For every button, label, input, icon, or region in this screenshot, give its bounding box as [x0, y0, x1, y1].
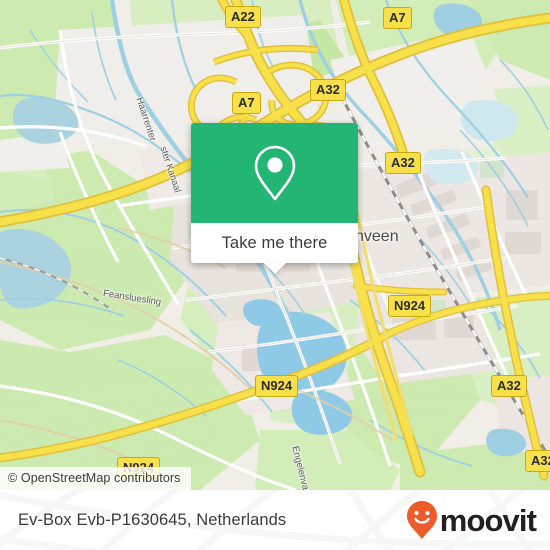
road-shield-a7-northeast[interactable]: A7 — [383, 7, 412, 29]
moovit-logo[interactable]: moovit — [406, 500, 537, 540]
callout-tail — [263, 263, 286, 274]
take-me-there-callout[interactable]: Take me there — [191, 123, 358, 274]
road-shield-n924-center[interactable]: N924 — [255, 375, 299, 397]
road-shield-a22-north[interactable]: A22 — [225, 6, 261, 28]
road-shield-a32-southeast[interactable]: A32 — [491, 375, 527, 397]
map-place-label-heerenveen: nveen — [355, 228, 399, 245]
road-shield-a32-corner[interactable]: A32 — [525, 450, 550, 472]
road-shield-a32-interchange[interactable]: A32 — [310, 79, 346, 101]
road-shield-a32-mid[interactable]: A32 — [385, 152, 421, 174]
take-me-there-label: Take me there — [221, 233, 328, 252]
callout-pin-area — [191, 123, 358, 223]
osm-attribution[interactable]: © OpenStreetMap contributors — [0, 467, 191, 490]
footer-bar: Ev-Box Evb-P1630645, Netherlands moovit — [0, 490, 550, 550]
location-title: Ev-Box Evb-P1630645, Netherlands — [18, 510, 287, 529]
moovit-pin-smiley-icon — [406, 501, 437, 539]
callout-action-bar[interactable]: Take me there — [191, 223, 358, 274]
moovit-wordmark: moovit — [439, 502, 537, 538]
map-pin-icon — [254, 145, 295, 201]
road-shield-a7-west[interactable]: A7 — [232, 92, 261, 114]
road-shield-n924-east[interactable]: N924 — [388, 295, 432, 317]
moovit-location-card: A22 A7 A32 A7 A32 N924 N924 A32 N924 A32… — [0, 0, 550, 550]
